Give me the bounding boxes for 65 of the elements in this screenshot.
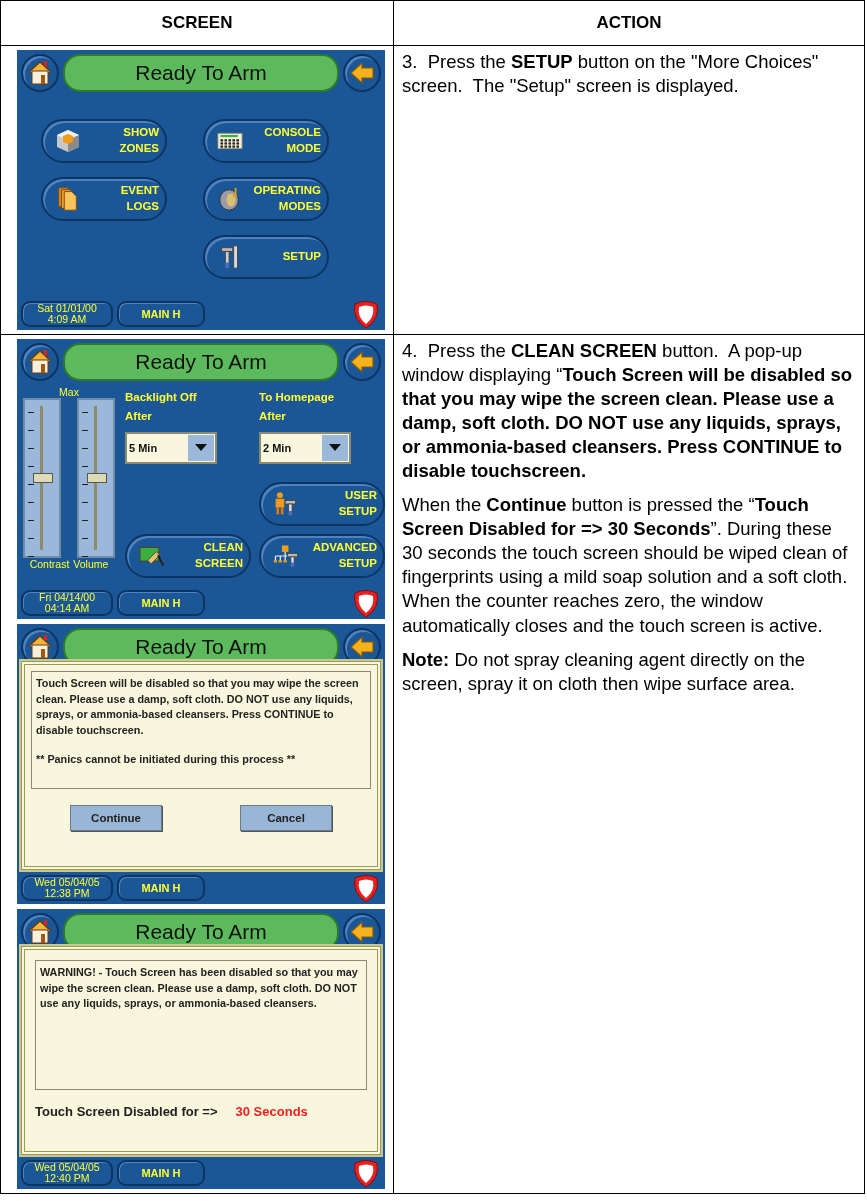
shield-icon xyxy=(351,299,381,329)
dropdown[interactable]: 5 Min xyxy=(125,431,217,464)
location-button[interactable]: MAIN H xyxy=(117,301,205,327)
instruction-paragraph: When the Continue button is pressed the “Touch Screen Disabled for => 30 Seconds”. During these 30 seconds the touch screen should be wiped clean of fingerprints using a mild soap solution and a soft cloth. When the counter reaches zero, the window automatically closes and the touch screen is active. xyxy=(402,493,849,638)
instruction-paragraph: 4. Press the CLEAN SCREEN button. A pop-up window displaying “Touch Screen will be disabled so that you may wipe the screen clean. Please use a damp, soft cloth. DO NOT use any liquids, sprays, or ammonia-based cleansers. Press CONTINUE to disable touchscreen. xyxy=(402,339,853,484)
status-title: Ready To Arm xyxy=(63,54,339,92)
menu-button[interactable]: SHOW ZONES xyxy=(41,119,167,163)
back-arrow-icon xyxy=(348,918,376,946)
date-time-button[interactable]: Wed 05/04/05 12:38 PM xyxy=(21,875,113,901)
status-title: Ready To Arm xyxy=(63,343,339,381)
message-text: Touch Screen will be disabled so that you may wipe the screen clean. Please use a damp, soft cloth. DO NOT use any liquids, sprays, or ammonia-based cleansers. Press CONTINUE to disable touchscreen. xyxy=(36,676,360,738)
location-button[interactable]: MAIN H xyxy=(117,1160,205,1186)
menu-button[interactable]: ADVANCED SETUP xyxy=(259,533,385,578)
dropdown-label: Backlight Off After xyxy=(125,390,198,424)
instruction-paragraph: 3. Press the SETUP button on the "More Choices" screen. The "Setup" screen is displayed. xyxy=(402,50,820,99)
slider-track[interactable] xyxy=(77,398,115,558)
countdown-label: Touch Screen Disabled for => xyxy=(35,1104,218,1119)
slider-thumb[interactable] xyxy=(33,473,53,483)
network-hammer-icon xyxy=(273,542,299,569)
instruction-paragraph: Note: Do not spray cleaning agent directly on the screen, spray it on cloth then wipe surface area. xyxy=(402,647,807,696)
location-button[interactable]: MAIN H xyxy=(117,590,205,616)
message-text: WARNING! - Touch Screen has been disabled so that you may wipe the screen clean. Please use a damp, soft cloth. DO NOT use any liquids, sprays, or ammonia-based cleansers. xyxy=(40,965,359,1012)
person-hammer-icon xyxy=(273,490,299,517)
column-header: SCREEN xyxy=(161,13,233,33)
cube-icon xyxy=(55,128,81,154)
caret-icon xyxy=(329,444,341,452)
back-arrow-icon xyxy=(348,633,376,661)
dialog-button[interactable]: Continue xyxy=(70,805,162,831)
menu-button[interactable]: CONSOLE MODE xyxy=(203,119,329,163)
menu-button[interactable]: OPERATING MODES xyxy=(203,177,329,221)
menu-button[interactable]: USER SETUP xyxy=(259,481,385,526)
menu-button[interactable]: EVENT LOGS xyxy=(41,177,167,221)
shield-icon xyxy=(351,588,381,618)
back-button[interactable] xyxy=(343,54,381,92)
back-arrow-icon xyxy=(348,59,376,87)
date-time-button[interactable]: Fri 04/14/00 04:14 AM xyxy=(21,590,113,616)
menu-button[interactable]: SETUP xyxy=(203,235,329,279)
menu-button[interactable]: CLEAN SCREEN xyxy=(125,533,251,578)
back-arrow-icon xyxy=(348,348,376,376)
caret-icon xyxy=(195,444,207,452)
shield-icon xyxy=(351,873,381,903)
house-icon xyxy=(26,59,54,87)
dialog-button[interactable]: Cancel xyxy=(240,805,332,831)
home-button[interactable] xyxy=(21,343,59,381)
warning-note: ** Panics cannot be initiated during this process ** xyxy=(36,751,297,767)
date-time-button[interactable]: Sat 01/01/00 4:09 AM xyxy=(21,301,113,327)
slider-label: Contrast xyxy=(29,558,70,570)
slider-max-label: Max xyxy=(59,386,79,398)
back-button[interactable] xyxy=(343,343,381,381)
location-button[interactable]: MAIN H xyxy=(117,875,205,901)
panic-button[interactable] xyxy=(351,873,381,903)
slider-label: Volume xyxy=(73,558,109,570)
date-time-button[interactable]: Wed 05/04/05 12:40 PM xyxy=(21,1160,113,1186)
panic-button[interactable] xyxy=(351,299,381,329)
dropdown[interactable]: 2 Min xyxy=(259,431,351,464)
house-icon xyxy=(26,348,54,376)
slider-thumb[interactable] xyxy=(87,473,107,483)
dropdown-label: To Homepage After xyxy=(259,390,336,424)
column-header: ACTION xyxy=(596,13,662,33)
slider-track[interactable] xyxy=(23,398,61,558)
home-button[interactable] xyxy=(21,54,59,92)
shield-icon xyxy=(351,1158,381,1188)
panic-button[interactable] xyxy=(351,1158,381,1188)
panic-button[interactable] xyxy=(351,588,381,618)
countdown-value: 30 Seconds xyxy=(235,1104,308,1119)
